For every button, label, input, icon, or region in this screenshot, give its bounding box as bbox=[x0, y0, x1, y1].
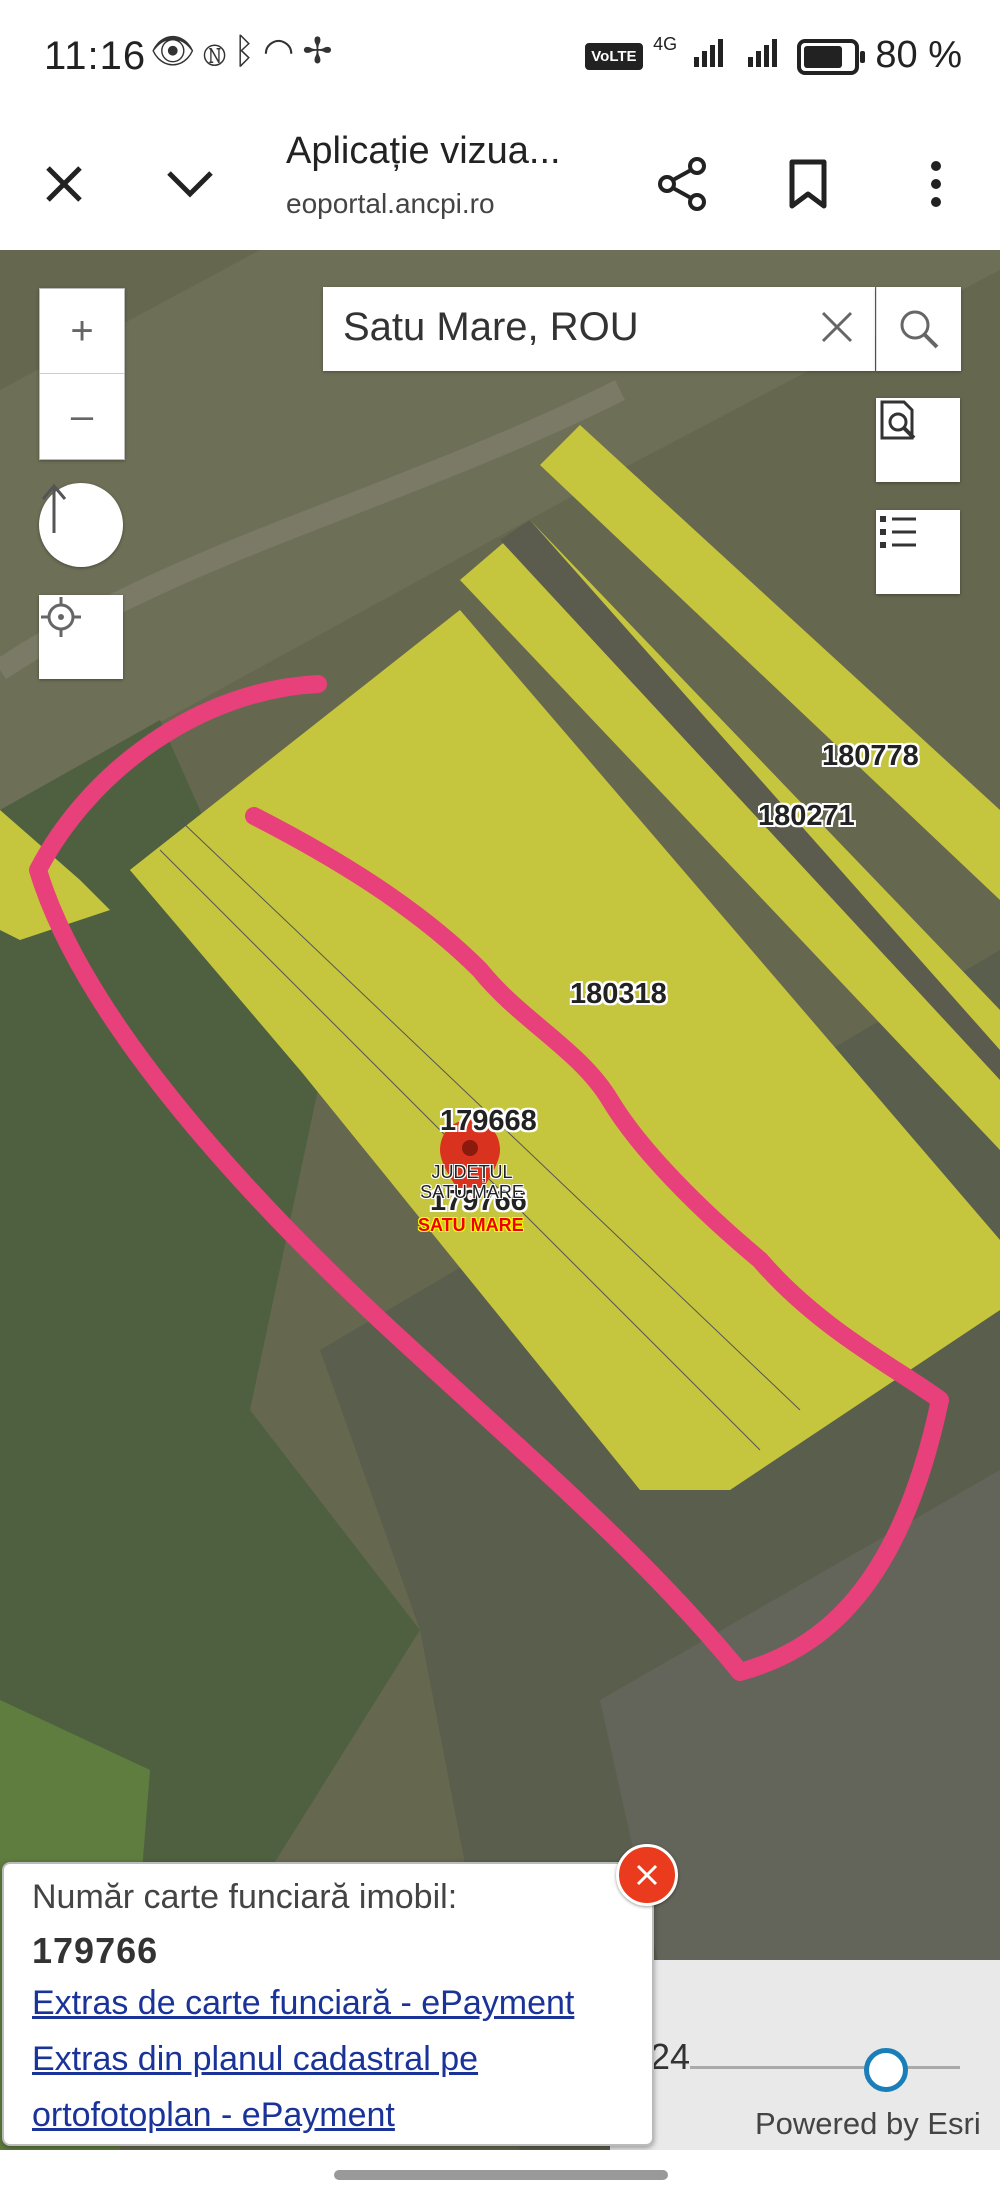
popup-close-button[interactable] bbox=[616, 1844, 678, 1906]
locate-icon bbox=[41, 597, 81, 637]
parcel-label: 179668 bbox=[440, 1105, 537, 1137]
identify-tool-button[interactable] bbox=[876, 398, 960, 482]
battery-icon bbox=[796, 38, 865, 75]
fan-icon: ✢ bbox=[302, 30, 341, 71]
document-search-icon bbox=[880, 400, 916, 440]
share-icon[interactable] bbox=[642, 144, 722, 224]
clock: 11:16 bbox=[44, 34, 147, 78]
search-button[interactable] bbox=[876, 287, 961, 371]
chevron-down-icon[interactable] bbox=[150, 144, 230, 224]
bluetooth-icon: ᛒ bbox=[233, 30, 263, 71]
locate-button[interactable] bbox=[39, 595, 123, 679]
hotspot-icon: ◠ bbox=[262, 30, 303, 71]
legend-button[interactable] bbox=[876, 510, 960, 594]
parcel-label: 180318 bbox=[570, 978, 667, 1010]
close-icon bbox=[636, 1864, 658, 1886]
attribution: Powered by Esri bbox=[755, 2106, 981, 2141]
zoom-control: + – bbox=[39, 288, 125, 460]
battery-level: 80 % bbox=[875, 34, 962, 76]
bookmark-icon[interactable] bbox=[768, 144, 848, 224]
close-icon[interactable] bbox=[24, 144, 104, 224]
county-label-line1: JUDEȚUL bbox=[431, 1162, 513, 1182]
volte-icon: VoLTE bbox=[585, 43, 643, 71]
page-title: Aplicație vizua... bbox=[286, 130, 561, 172]
eye-icon: 👁 bbox=[150, 30, 204, 71]
nfc-icon: Ⓝ bbox=[203, 30, 234, 71]
list-icon bbox=[880, 516, 916, 548]
popup-title: Număr carte funciară imobil: bbox=[32, 1878, 458, 1916]
clear-search-icon[interactable] bbox=[817, 307, 857, 352]
status-right: VoLTE 4G 80 % bbox=[585, 34, 962, 77]
time-slider-track[interactable] bbox=[690, 2066, 960, 2069]
status-icons: 👁Ⓝᛒ◠✢ bbox=[150, 30, 341, 72]
scale-value: 24 bbox=[650, 2036, 691, 2077]
search-input[interactable]: Satu Mare, ROU bbox=[323, 287, 875, 371]
zoom-out-button[interactable]: – bbox=[40, 374, 124, 458]
north-arrow-icon bbox=[41, 483, 67, 533]
info-popup: Număr carte funciară imobil: 179766 Extr… bbox=[2, 1862, 654, 2146]
zoom-in-button[interactable]: + bbox=[40, 289, 124, 374]
signal-icon bbox=[693, 34, 726, 77]
network-label: 4G bbox=[653, 34, 678, 54]
epayment-link-extras-cf[interactable]: Extras de carte funciară - ePayment bbox=[32, 1984, 574, 2023]
search-value: Satu Mare, ROU bbox=[343, 305, 639, 349]
epayment-link-plan-line2[interactable]: ortofotoplan - ePayment bbox=[32, 2096, 395, 2135]
search-icon bbox=[900, 310, 939, 349]
epayment-link-plan-line1[interactable]: Extras din planul cadastral pe bbox=[32, 2040, 478, 2079]
county-label: JUDEȚUL SATU MARE bbox=[402, 1162, 542, 1202]
page-url[interactable]: eoportal.ancpi.ro bbox=[286, 188, 495, 220]
signal-icon-2 bbox=[748, 34, 780, 77]
compass-button[interactable] bbox=[39, 483, 123, 567]
time-slider-handle[interactable] bbox=[864, 2048, 908, 2092]
parcel-label: 180778 bbox=[822, 740, 919, 772]
status-bar: 11:16 👁Ⓝᛒ◠✢ VoLTE 4G 80 % bbox=[0, 0, 1000, 118]
parcel-label: 180271 bbox=[758, 800, 855, 832]
popup-value: 179766 bbox=[32, 1930, 159, 1971]
home-gesture-bar[interactable] bbox=[334, 2170, 668, 2180]
more-vert-icon[interactable] bbox=[896, 144, 976, 224]
county-label-line2: SATU MARE bbox=[420, 1182, 524, 1202]
county-sublabel: SATU MARE bbox=[418, 1215, 524, 1235]
